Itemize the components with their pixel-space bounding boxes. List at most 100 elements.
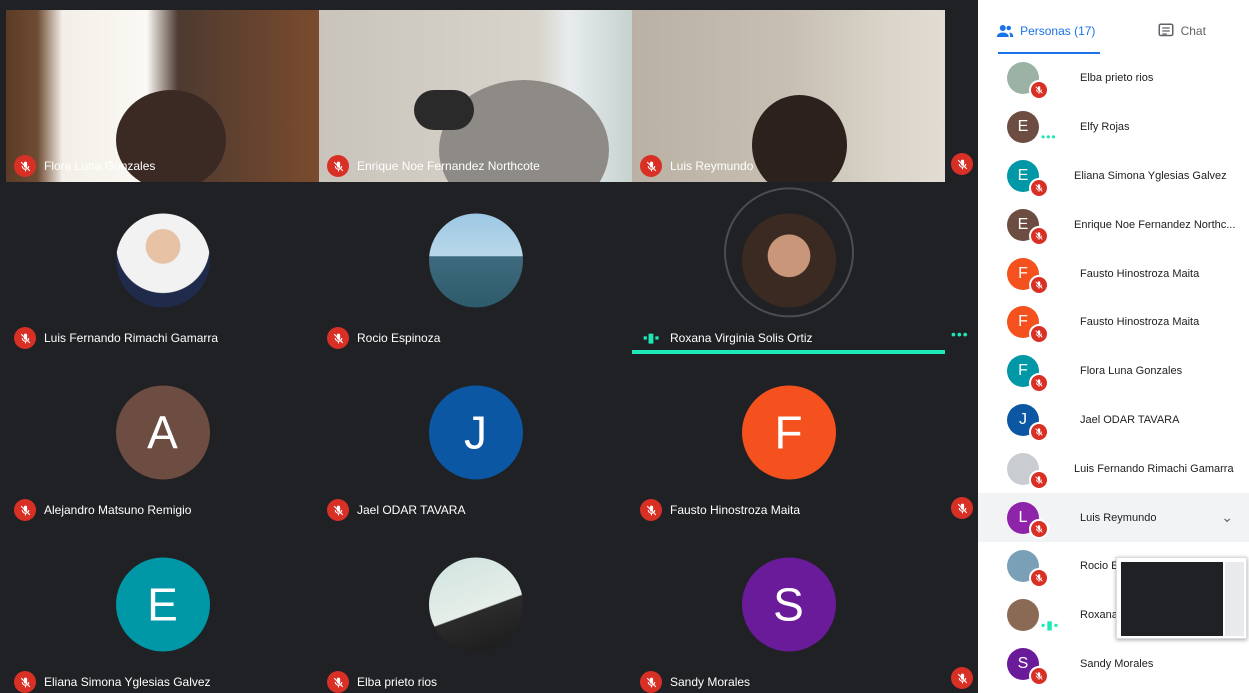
participant-list-item[interactable]: Luis Fernando Rimachi Gamarra: [978, 444, 1249, 493]
participant-name: Luis Fernando Rimachi Gamarra: [44, 331, 219, 345]
avatar: A: [115, 385, 210, 480]
participant-list-name: Roxana: [1080, 609, 1118, 622]
people-icon: [996, 25, 1014, 37]
participant-name: Jael ODAR TAVARA: [357, 503, 466, 517]
participant-name: Rocio Espinoza: [357, 331, 441, 345]
tab-chat-label: Chat: [1180, 24, 1206, 38]
participant-tile[interactable]: Enrique Noe Fernandez Northcote: [319, 10, 632, 182]
avatar: E: [115, 557, 210, 652]
screen-share-preview[interactable]: [1116, 557, 1247, 639]
more-options-icon[interactable]: •••: [951, 326, 969, 342]
participant-list-name: Sandy Morales: [1080, 657, 1154, 670]
tab-people[interactable]: Personas (17): [978, 8, 1114, 54]
avatar: [1007, 599, 1039, 632]
avatar: S: [741, 557, 836, 652]
mic-off-icon: [1029, 275, 1049, 296]
mic-off-icon: [327, 499, 349, 521]
mic-off-icon: [1029, 665, 1049, 686]
participant-tile[interactable]: Rocio Espinoza: [319, 182, 632, 354]
participant-list-name: Fausto Hinostroza Maita: [1080, 316, 1200, 329]
participant-list-item[interactable]: F Fausto Hinostroza Maita: [978, 298, 1249, 347]
avatar: [428, 557, 523, 652]
participant-list-name: Elfy Rojas: [1080, 121, 1130, 134]
mic-off-icon: [1029, 177, 1049, 198]
mic-off-icon: [1029, 421, 1049, 442]
preview-sidebar: [1225, 562, 1244, 636]
audio-level-icon: ▪▮▪: [1041, 617, 1060, 632]
mic-off-icon: [1029, 470, 1049, 491]
video-grid: Flora Luna Gonzales Enrique Noe Fernande…: [0, 0, 978, 693]
preview-thumbnail: [1121, 562, 1223, 636]
mic-off-icon: [1029, 372, 1049, 393]
participant-list-item[interactable]: L Luis Reymundo ⌄: [978, 493, 1249, 542]
participant-tile[interactable]: A Alejandro Matsuno Remigio: [6, 354, 319, 526]
participant-name: Roxana Virginia Solis Ortiz: [670, 331, 813, 345]
participant-list-name: Fausto Hinostroza Maita: [1080, 267, 1200, 280]
mic-off-icon: [14, 327, 36, 349]
mic-off-icon: [14, 155, 36, 177]
participant-name: Elba prieto rios: [357, 675, 438, 689]
mic-off-icon: [640, 155, 662, 177]
mic-off-icon: [1029, 226, 1049, 247]
participant-list-item[interactable]: E Eliana Simona Yglesias Galvez: [978, 152, 1249, 201]
participant-name: Alejandro Matsuno Remigio: [44, 503, 192, 517]
avatar: [428, 213, 523, 308]
mic-off-icon: [951, 667, 973, 689]
mic-off-icon: [14, 499, 36, 521]
avatar: F: [741, 385, 836, 480]
participant-tile[interactable]: Elba prieto rios: [319, 526, 632, 693]
participant-list-name: Luis Reymundo: [1080, 511, 1157, 524]
participant-list-item[interactable]: J Jael ODAR TAVARA: [978, 396, 1249, 445]
participant-name: Luis Reymundo: [670, 159, 754, 173]
participant-tile[interactable]: Luis Reymundo: [632, 10, 945, 182]
participant-tile[interactable]: F Fausto Hinostroza Maita: [632, 354, 945, 526]
participant-list-item[interactable]: S Sandy Morales: [978, 640, 1249, 689]
mic-off-icon: [14, 671, 36, 693]
participant-name: Fausto Hinostroza Maita: [670, 503, 801, 517]
mic-off-icon: [327, 327, 349, 349]
mic-off-icon: [327, 671, 349, 693]
participant-list-name: Jael ODAR TAVARA: [1080, 413, 1180, 426]
mic-off-icon: [951, 497, 973, 519]
mic-off-icon: [640, 671, 662, 693]
participant-list-name: Elba prieto rios: [1080, 72, 1154, 85]
participant-tile[interactable]: J Jael ODAR TAVARA: [319, 354, 632, 526]
audio-level-icon: ▪▮▪: [642, 330, 660, 345]
mic-off-icon: [1029, 80, 1049, 100]
tab-people-label: Personas (17): [1020, 24, 1096, 38]
avatar: J: [428, 385, 523, 480]
participant-tile[interactable]: S Sandy Morales: [632, 526, 945, 693]
participant-tile[interactable]: ▪▮▪ Roxana Virginia Solis Ortiz: [632, 182, 945, 354]
participant-tile[interactable]: Flora Luna Gonzales: [6, 10, 319, 182]
participant-list-name: Flora Luna Gonzales: [1080, 365, 1183, 378]
mic-off-icon: [1029, 323, 1049, 344]
participant-tile[interactable]: Luis Fernando Rimachi Gamarra: [6, 182, 319, 354]
participant-name: Eliana Simona Yglesias Galvez: [44, 675, 211, 689]
avatar: [115, 213, 210, 308]
participant-list-item[interactable]: Elba prieto rios: [978, 54, 1249, 103]
avatar: E: [1007, 111, 1039, 144]
chevron-down-icon[interactable]: ⌄: [1221, 509, 1233, 526]
meet-window: Flora Luna Gonzales Enrique Noe Fernande…: [0, 0, 1249, 693]
participant-name: Enrique Noe Fernandez Northcote: [357, 159, 540, 173]
mic-off-icon: [327, 155, 349, 177]
avatar: [741, 213, 836, 308]
mic-off-icon: [951, 153, 973, 175]
more-icon: •••: [1041, 129, 1057, 144]
mic-off-icon: [1029, 567, 1049, 588]
chat-icon: [1158, 23, 1174, 37]
tab-chat[interactable]: Chat: [1114, 8, 1249, 54]
participant-list-item[interactable]: E ••• Elfy Rojas: [978, 103, 1249, 152]
participant-list-item[interactable]: F Fausto Hinostroza Maita: [978, 249, 1249, 298]
participant-list-name: Eliana Simona Yglesias Galvez: [1074, 169, 1227, 182]
participant-list-name: Enrique Noe Fernandez Northc...: [1074, 218, 1236, 231]
mic-off-icon: [640, 499, 662, 521]
participant-tile[interactable]: E Eliana Simona Yglesias Galvez: [6, 526, 319, 693]
panel-tabs: Personas (17) Chat: [978, 8, 1249, 54]
participant-list-name: Rocio E: [1080, 560, 1119, 573]
participant-name: Sandy Morales: [670, 675, 751, 689]
participant-list-item[interactable]: F Flora Luna Gonzales: [978, 347, 1249, 396]
participant-list-item[interactable]: E Enrique Noe Fernandez Northc...: [978, 200, 1249, 249]
mic-off-icon: [1029, 519, 1049, 540]
participant-name: Flora Luna Gonzales: [44, 159, 156, 173]
